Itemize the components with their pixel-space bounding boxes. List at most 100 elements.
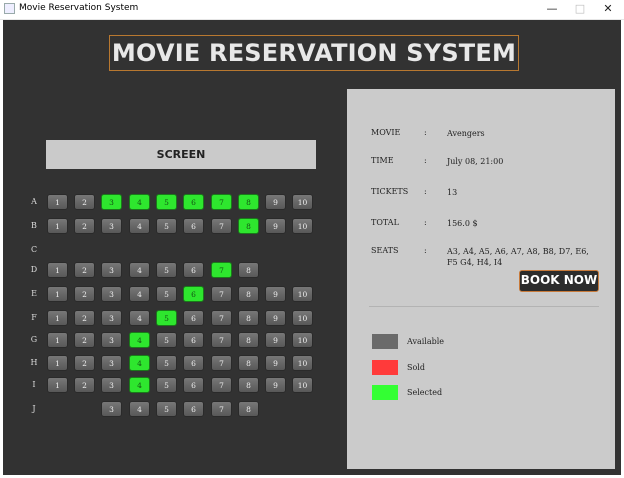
seat-f1[interactable]: 1	[47, 310, 68, 326]
maximize-button[interactable]: □	[566, 0, 594, 19]
seat-f4[interactable]: 4	[129, 310, 150, 326]
seat-a3[interactable]: 3	[101, 194, 122, 210]
seat-b2[interactable]: 2	[74, 218, 95, 234]
seat-h3[interactable]: 3	[101, 355, 122, 371]
screen-indicator: SCREEN	[46, 140, 316, 169]
seat-d1[interactable]: 1	[47, 262, 68, 278]
seat-e7[interactable]: 7	[211, 286, 232, 302]
seat-b1[interactable]: 1	[47, 218, 68, 234]
legend-swatch-selected	[372, 385, 398, 400]
window-title: Movie Reservation System	[19, 3, 139, 13]
seat-j7[interactable]: 7	[211, 401, 232, 417]
seat-f9[interactable]: 9	[265, 310, 286, 326]
seat-f8[interactable]: 8	[238, 310, 259, 326]
seat-g3[interactable]: 3	[101, 332, 122, 348]
seat-i10[interactable]: 10	[292, 377, 313, 393]
seat-d5[interactable]: 5	[156, 262, 177, 278]
seat-e2[interactable]: 2	[74, 286, 95, 302]
seat-b5[interactable]: 5	[156, 218, 177, 234]
seat-b4[interactable]: 4	[129, 218, 150, 234]
seat-i2[interactable]: 2	[74, 377, 95, 393]
seat-e10[interactable]: 10	[292, 286, 313, 302]
seat-i7[interactable]: 7	[211, 377, 232, 393]
seat-h8[interactable]: 8	[238, 355, 259, 371]
seat-d8[interactable]: 8	[238, 262, 259, 278]
seat-h6[interactable]: 6	[183, 355, 204, 371]
seat-b7[interactable]: 7	[211, 218, 232, 234]
seat-a2[interactable]: 2	[74, 194, 95, 210]
seat-g8[interactable]: 8	[238, 332, 259, 348]
seat-g6[interactable]: 6	[183, 332, 204, 348]
seat-h2[interactable]: 2	[74, 355, 95, 371]
seat-e1[interactable]: 1	[47, 286, 68, 302]
seat-i6[interactable]: 6	[183, 377, 204, 393]
seat-h4[interactable]: 4	[129, 355, 150, 371]
seat-j8[interactable]: 8	[238, 401, 259, 417]
seat-h1[interactable]: 1	[47, 355, 68, 371]
row-label-h: H	[30, 358, 38, 367]
seat-j5[interactable]: 5	[156, 401, 177, 417]
seat-e4[interactable]: 4	[129, 286, 150, 302]
seat-b9[interactable]: 9	[265, 218, 286, 234]
seat-i8[interactable]: 8	[238, 377, 259, 393]
seat-g4[interactable]: 4	[129, 332, 150, 348]
seat-j4[interactable]: 4	[129, 401, 150, 417]
seat-a9[interactable]: 9	[265, 194, 286, 210]
seat-g10[interactable]: 10	[292, 332, 313, 348]
seat-i5[interactable]: 5	[156, 377, 177, 393]
seat-a4[interactable]: 4	[129, 194, 150, 210]
seat-e3[interactable]: 3	[101, 286, 122, 302]
seat-d4[interactable]: 4	[129, 262, 150, 278]
seat-g5[interactable]: 5	[156, 332, 177, 348]
seat-h5[interactable]: 5	[156, 355, 177, 371]
movie-label: MOVIE	[371, 128, 401, 137]
seat-a8[interactable]: 8	[238, 194, 259, 210]
minimize-button[interactable]: —	[538, 0, 566, 19]
seat-i1[interactable]: 1	[47, 377, 68, 393]
seat-b3[interactable]: 3	[101, 218, 122, 234]
seat-b6[interactable]: 6	[183, 218, 204, 234]
row-label-a: A	[31, 197, 37, 206]
seat-f6[interactable]: 6	[183, 310, 204, 326]
seat-e8[interactable]: 8	[238, 286, 259, 302]
seat-b10[interactable]: 10	[292, 218, 313, 234]
close-button[interactable]: ✕	[594, 0, 622, 19]
seat-g9[interactable]: 9	[265, 332, 286, 348]
seat-d6[interactable]: 6	[183, 262, 204, 278]
seat-j6[interactable]: 6	[183, 401, 204, 417]
seat-i4[interactable]: 4	[129, 377, 150, 393]
seat-f3[interactable]: 3	[101, 310, 122, 326]
seat-a1[interactable]: 1	[47, 194, 68, 210]
legend-label-selected: Selected	[407, 388, 443, 397]
seat-h10[interactable]: 10	[292, 355, 313, 371]
seat-h9[interactable]: 9	[265, 355, 286, 371]
seat-j3[interactable]: 3	[101, 401, 122, 417]
seat-f2[interactable]: 2	[74, 310, 95, 326]
seat-i3[interactable]: 3	[101, 377, 122, 393]
seat-e6[interactable]: 6	[183, 286, 204, 302]
seat-i9[interactable]: 9	[265, 377, 286, 393]
seat-b8[interactable]: 8	[238, 218, 259, 234]
seat-g1[interactable]: 1	[47, 332, 68, 348]
time-value: July 08, 21:00	[447, 157, 504, 166]
seat-d2[interactable]: 2	[74, 262, 95, 278]
seat-e9[interactable]: 9	[265, 286, 286, 302]
seat-d3[interactable]: 3	[101, 262, 122, 278]
seat-e5[interactable]: 5	[156, 286, 177, 302]
seat-f10[interactable]: 10	[292, 310, 313, 326]
seats-value: A3, A4, A5, A6, A7, A8, B8, D7, E6, F5 G…	[447, 247, 589, 267]
row-label-c: C	[30, 245, 38, 254]
seat-a5[interactable]: 5	[156, 194, 177, 210]
seat-a10[interactable]: 10	[292, 194, 313, 210]
seat-a6[interactable]: 6	[183, 194, 204, 210]
seat-f5[interactable]: 5	[156, 310, 177, 326]
seat-d7[interactable]: 7	[211, 262, 232, 278]
seat-a7[interactable]: 7	[211, 194, 232, 210]
seat-f7[interactable]: 7	[211, 310, 232, 326]
tickets-colon: :	[424, 187, 427, 196]
book-now-button[interactable]: BOOK NOW	[519, 270, 599, 292]
seat-g2[interactable]: 2	[74, 332, 95, 348]
row-label-d: D	[30, 265, 38, 274]
seat-h7[interactable]: 7	[211, 355, 232, 371]
seat-g7[interactable]: 7	[211, 332, 232, 348]
